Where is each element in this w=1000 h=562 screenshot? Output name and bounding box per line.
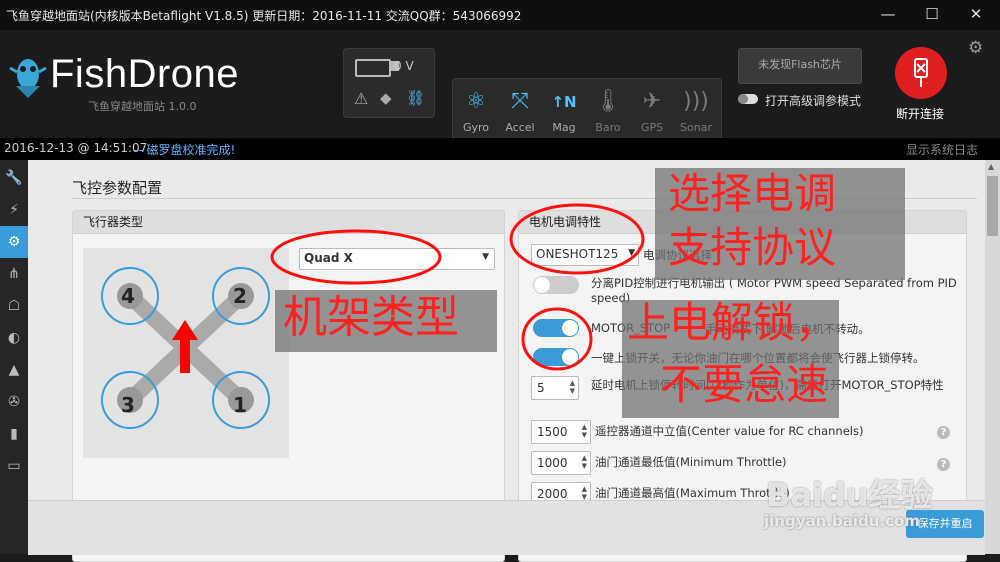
help-icon[interactable]: ? bbox=[937, 426, 950, 439]
gear-icon[interactable]: ⚙ bbox=[968, 38, 983, 58]
spinner-arrows-icon[interactable]: ▲ ▼ bbox=[582, 485, 587, 501]
accel-icon: ⤧ bbox=[511, 89, 529, 114]
chip-icon: ▮ bbox=[10, 426, 18, 442]
sensor-accel: ⤧ Accel bbox=[499, 83, 541, 143]
app-version: 飞鱼穿越地面站 1.0.0 bbox=[88, 100, 197, 113]
header: FishDrone 飞鱼穿越地面站 1.0.0 0 V ⚠ ◆ ⛓ ⚛ Gyro… bbox=[0, 30, 1000, 148]
sidebar-item-motors[interactable]: ✇ bbox=[0, 386, 28, 418]
connect-button[interactable] bbox=[895, 47, 947, 99]
sensor-gps: ✈ GPS bbox=[631, 83, 673, 143]
sidebar-item-modes[interactable]: ◐ bbox=[0, 322, 28, 354]
wrench-icon: 🔧 bbox=[5, 170, 23, 186]
app-logo: FishDrone bbox=[50, 52, 240, 96]
scroll-up-icon[interactable]: ▲ bbox=[988, 162, 994, 171]
esc-protocol-select[interactable]: ONESHOT125 ▼ bbox=[531, 244, 639, 266]
motor-label-2: 2 bbox=[233, 284, 247, 308]
warning-icon: ⚠ bbox=[354, 89, 369, 108]
frame-card-title: 飞行器类型 bbox=[73, 211, 504, 234]
sidebar-item-configuration[interactable]: ⚙ bbox=[0, 226, 28, 258]
frame-type-select[interactable]: Quad X ▼ bbox=[299, 248, 495, 270]
help-icon[interactable]: ? bbox=[937, 458, 950, 471]
title-bar: 飞鱼穿越地面站(内核版本Betaflight V1.8.5) 更新日期：2016… bbox=[0, 0, 1000, 30]
annotation-power-unlock-1: 上电解锁， bbox=[627, 298, 838, 347]
battery-voltage: 0 V bbox=[394, 59, 414, 73]
min-throttle-input[interactable]: 1000 ▲ ▼ bbox=[531, 451, 591, 475]
sidebar-item-receiver[interactable]: ☖ bbox=[0, 290, 28, 322]
auto-disarm-toggle[interactable] bbox=[533, 348, 579, 366]
min-throttle-label: 油门通道最低值(Minimum Throttle) bbox=[595, 455, 787, 469]
sidebar-item-servos[interactable]: ▲ bbox=[0, 354, 28, 386]
gyro-icon: ⚛ bbox=[466, 89, 486, 114]
sidebar: 🔧 ⚡ ⚙ ⋔ ☖ ◐ ▲ ✇ ▮ ▭ bbox=[0, 160, 28, 554]
disarm-delay-input[interactable]: 5 ▲ ▼ bbox=[531, 376, 579, 400]
quad-diagram bbox=[83, 248, 289, 458]
motor-stop-toggle[interactable] bbox=[533, 319, 579, 337]
annotation-power-unlock-2: 不要怠速 bbox=[660, 360, 829, 409]
show-log-link[interactable]: 显示系统日志 bbox=[906, 141, 978, 158]
close-button[interactable]: ✕ bbox=[956, 2, 996, 28]
gps-icon: ✈ bbox=[642, 89, 662, 114]
sidebar-item-ports[interactable]: ⚡ bbox=[0, 194, 28, 226]
scrollbar-thumb[interactable] bbox=[987, 176, 998, 236]
window-title: 飞鱼穿越地面站(内核版本Betaflight V1.8.5) 更新日期：2016… bbox=[6, 9, 522, 23]
sidebar-item-blackbox[interactable]: ▮ bbox=[0, 418, 28, 450]
sidebar-item-pid[interactable]: ⋔ bbox=[0, 258, 28, 290]
status-message: -- 磁罗盘校准完成! bbox=[134, 143, 236, 157]
diamond-icon: ◆ bbox=[380, 89, 392, 107]
maximize-button[interactable]: ☐ bbox=[912, 2, 952, 28]
sensor-gyro: ⚛ Gyro bbox=[455, 83, 497, 143]
connect-label: 断开连接 bbox=[896, 107, 945, 121]
status-timestamp: 2016-12-13 @ 14:51:07 bbox=[4, 141, 148, 155]
scrollbar[interactable]: ▲ bbox=[985, 160, 1000, 554]
usb-disconnect-icon bbox=[909, 57, 933, 89]
motor-label-3: 3 bbox=[121, 393, 135, 417]
chevron-down-icon: ▼ bbox=[628, 248, 635, 258]
max-throttle-label: 油门通道最高值(Maximum Throttle) bbox=[595, 486, 790, 500]
sensor-sonar: ))) Sonar bbox=[675, 83, 717, 143]
mid-rc-input[interactable]: 1500 ▲ ▼ bbox=[531, 420, 591, 444]
motor-label-4: 4 bbox=[121, 284, 135, 308]
annotation-frame-type: 机架类型 bbox=[283, 292, 459, 343]
sonar-icon: ))) bbox=[683, 89, 709, 114]
minimize-button[interactable]: — bbox=[868, 2, 908, 28]
sensor-mag: ↑N Mag bbox=[543, 83, 585, 143]
expert-mode-label: 打开高级调参模式 bbox=[765, 94, 862, 108]
annotation-select-esc-1: 选择电调 bbox=[668, 169, 837, 218]
gear-icon: ⚙ bbox=[7, 234, 21, 250]
fan-icon: ✇ bbox=[8, 394, 20, 410]
sidebar-item-cli[interactable]: ▭ bbox=[0, 450, 28, 482]
motor-label-1: 1 bbox=[233, 393, 247, 417]
status-bar: 2016-12-13 @ 14:51:07 -- 磁罗盘校准完成! 显示系统日志 bbox=[0, 138, 1000, 160]
battery-icon bbox=[355, 59, 391, 77]
separate-pid-toggle[interactable] bbox=[533, 276, 579, 294]
chevron-down-icon: ▼ bbox=[482, 252, 489, 262]
robot-icon: ☖ bbox=[7, 298, 21, 314]
fish-logo-icon bbox=[8, 52, 48, 100]
spinner-arrows-icon[interactable]: ▲ ▼ bbox=[570, 379, 575, 395]
toggle-icon: ◐ bbox=[7, 330, 21, 346]
spinner-arrows-icon[interactable]: ▲ ▼ bbox=[582, 454, 587, 470]
watermark-url: jingyan.baidu.com bbox=[764, 512, 920, 530]
annotation-select-esc-2: 支持协议 bbox=[668, 223, 837, 272]
network-icon: ⋔ bbox=[8, 266, 20, 282]
link-icon: ⛓ bbox=[406, 89, 426, 107]
plug-icon: ⚡ bbox=[9, 202, 19, 218]
spinner-arrows-icon[interactable]: ▲ ▼ bbox=[582, 423, 587, 439]
flash-chip-button[interactable]: 未发现Flash芯片 bbox=[738, 48, 862, 84]
mid-rc-label: 遥控器通道中立值(Center value for RC channels) bbox=[595, 424, 864, 438]
baro-icon: 🌡 bbox=[594, 89, 622, 114]
mag-icon: ↑N bbox=[551, 93, 577, 111]
sensor-baro: 🌡 Baro bbox=[587, 83, 629, 143]
battery-panel: 0 V ⚠ ◆ ⛓ bbox=[343, 48, 435, 118]
flask-icon: ▲ bbox=[8, 362, 20, 378]
sidebar-item-setup[interactable]: 🔧 bbox=[0, 162, 28, 194]
watermark-brand: Baidu经验 bbox=[766, 476, 933, 514]
page-title: 飞控参数配置 bbox=[72, 179, 163, 197]
terminal-icon: ▭ bbox=[7, 458, 21, 474]
expert-mode-toggle[interactable] bbox=[738, 94, 758, 104]
